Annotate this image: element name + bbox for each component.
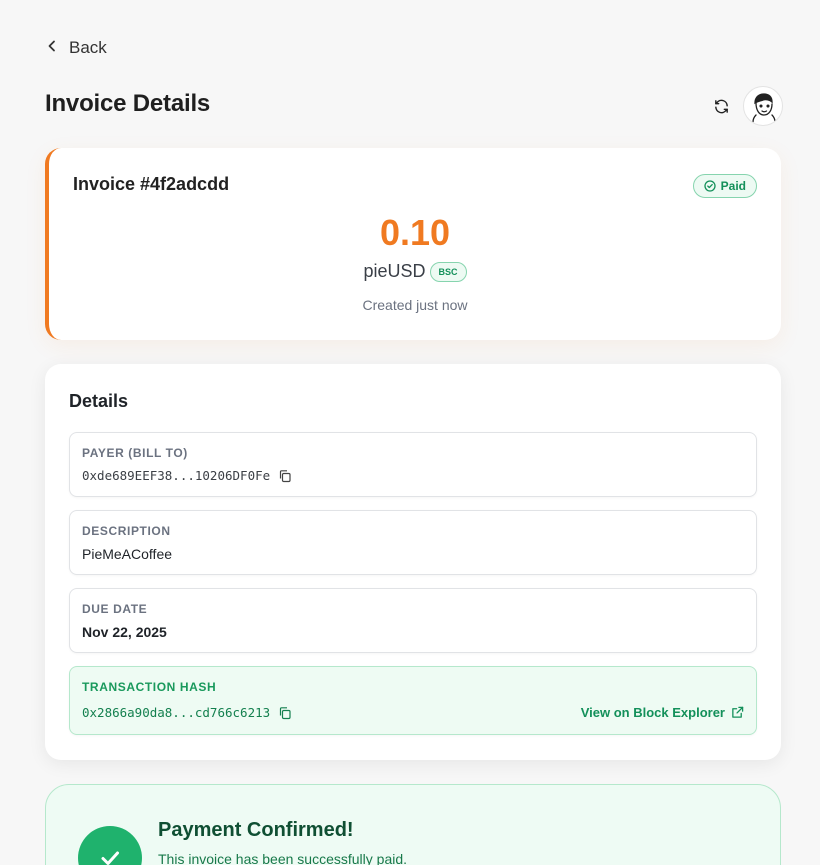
chevron-left-icon <box>45 38 59 58</box>
tx-hash[interactable]: 0x2866a90da8...cd766c6213 <box>82 705 270 720</box>
payer-field: PAYER (BILL TO) 0xde689EEF38...10206DF0F… <box>69 432 757 497</box>
payment-confirmation-banner: Payment Confirmed! This invoice has been… <box>45 784 781 865</box>
invoice-summary-card: Invoice #4f2adcdd Paid 0.10 pieUSD BSC C… <box>45 148 781 340</box>
status-badge: Paid <box>692 174 757 198</box>
due-date-label: DUE DATE <box>82 602 148 616</box>
page-title: Invoice Details <box>45 90 211 117</box>
refresh-icon <box>714 99 728 113</box>
description-label: DESCRIPTION <box>82 524 171 538</box>
view-block-explorer-link[interactable]: View on Block Explorer <box>581 705 744 720</box>
back-label: Back <box>69 38 107 57</box>
success-check-icon <box>78 826 142 865</box>
payer-address[interactable]: 0xde689EEF38...10206DF0Fe <box>82 468 270 483</box>
confirmation-subtitle: This invoice has been successfully paid. <box>158 851 408 865</box>
refresh-button[interactable] <box>709 94 733 118</box>
tx-hash-label: TRANSACTION HASH <box>82 680 217 694</box>
avatar[interactable] <box>743 86 783 126</box>
tx-hash-value-row: 0x2866a90da8...cd766c6213 <box>82 705 292 720</box>
transaction-hash-field: TRANSACTION HASH 0x2866a90da8...cd766c62… <box>69 666 757 735</box>
payer-value-row: 0xde689EEF38...10206DF0Fe <box>82 468 292 483</box>
user-avatar-icon <box>752 93 776 123</box>
due-date-field: DUE DATE Nov 22, 2025 <box>69 588 757 653</box>
status-label: Paid <box>720 179 746 193</box>
invoice-number: Invoice #4f2adcdd <box>73 174 230 194</box>
currency-row: pieUSD BSC <box>49 261 781 282</box>
payer-label: PAYER (BILL TO) <box>82 446 188 460</box>
due-date-value: Nov 22, 2025 <box>82 624 167 640</box>
copy-icon[interactable] <box>278 706 292 720</box>
explorer-label: View on Block Explorer <box>580 705 725 720</box>
back-button[interactable]: Back <box>45 38 107 58</box>
chain-badge: BSC <box>429 261 467 282</box>
description-value: PieMeACoffee <box>82 546 173 562</box>
details-card: Details PAYER (BILL TO) 0xde689EEF38...1… <box>45 364 781 760</box>
invoice-amount: 0.10 <box>379 212 451 253</box>
description-field: DESCRIPTION PieMeACoffee <box>69 510 757 575</box>
details-title: Details <box>69 391 129 411</box>
copy-icon[interactable] <box>278 469 292 483</box>
external-link-icon <box>732 706 744 718</box>
confirmation-title: Payment Confirmed! <box>158 819 354 841</box>
check-circle-icon <box>704 180 716 192</box>
created-time: Created just now <box>362 297 468 313</box>
currency-label: pieUSD <box>363 261 426 281</box>
